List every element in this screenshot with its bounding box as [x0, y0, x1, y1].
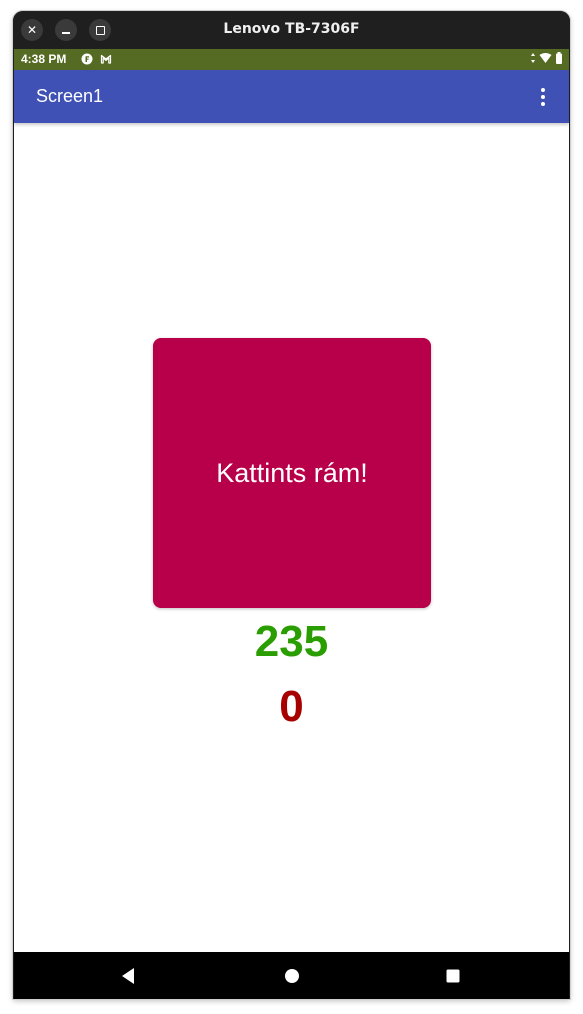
nav-recents-button[interactable]: [441, 964, 465, 988]
app-title: Screen1: [36, 86, 104, 106]
home-icon: [285, 969, 299, 983]
nav-home-button[interactable]: [280, 964, 304, 988]
back-icon: [122, 968, 134, 984]
click-me-button[interactable]: Kattints rám!: [153, 338, 431, 608]
notification-f-icon: [81, 53, 93, 65]
miss-counter: 0: [279, 682, 304, 731]
app-bar: Screen1: [14, 70, 569, 123]
battery-icon: [556, 52, 562, 64]
status-icons: [530, 52, 563, 64]
nav-back-button[interactable]: [116, 964, 140, 988]
menu-dot: [541, 95, 545, 99]
status-bar: 4:38 PM: [14, 49, 569, 70]
navigation-bar: [14, 952, 569, 999]
more-vert-icon[interactable]: [535, 86, 551, 108]
recents-icon: [446, 969, 460, 983]
menu-dot: [541, 102, 545, 106]
window-titlebar: ✕ Lenovo TB-7306F: [13, 11, 570, 49]
menu-dot: [541, 88, 545, 92]
gmail-icon: [100, 54, 112, 64]
window-title: Lenovo TB-7306F: [223, 21, 360, 37]
emulator-window: ✕ Lenovo TB-7306F 4:38 PM Screen1 Kattin…: [13, 11, 570, 999]
wifi-icon: [539, 53, 552, 63]
status-time: 4:38 PM: [21, 52, 67, 66]
device-screen: 4:38 PM Screen1 Kattints rám! 235 0: [14, 49, 569, 999]
data-arrows-icon: [531, 53, 535, 63]
score-counter: 235: [254, 617, 329, 666]
